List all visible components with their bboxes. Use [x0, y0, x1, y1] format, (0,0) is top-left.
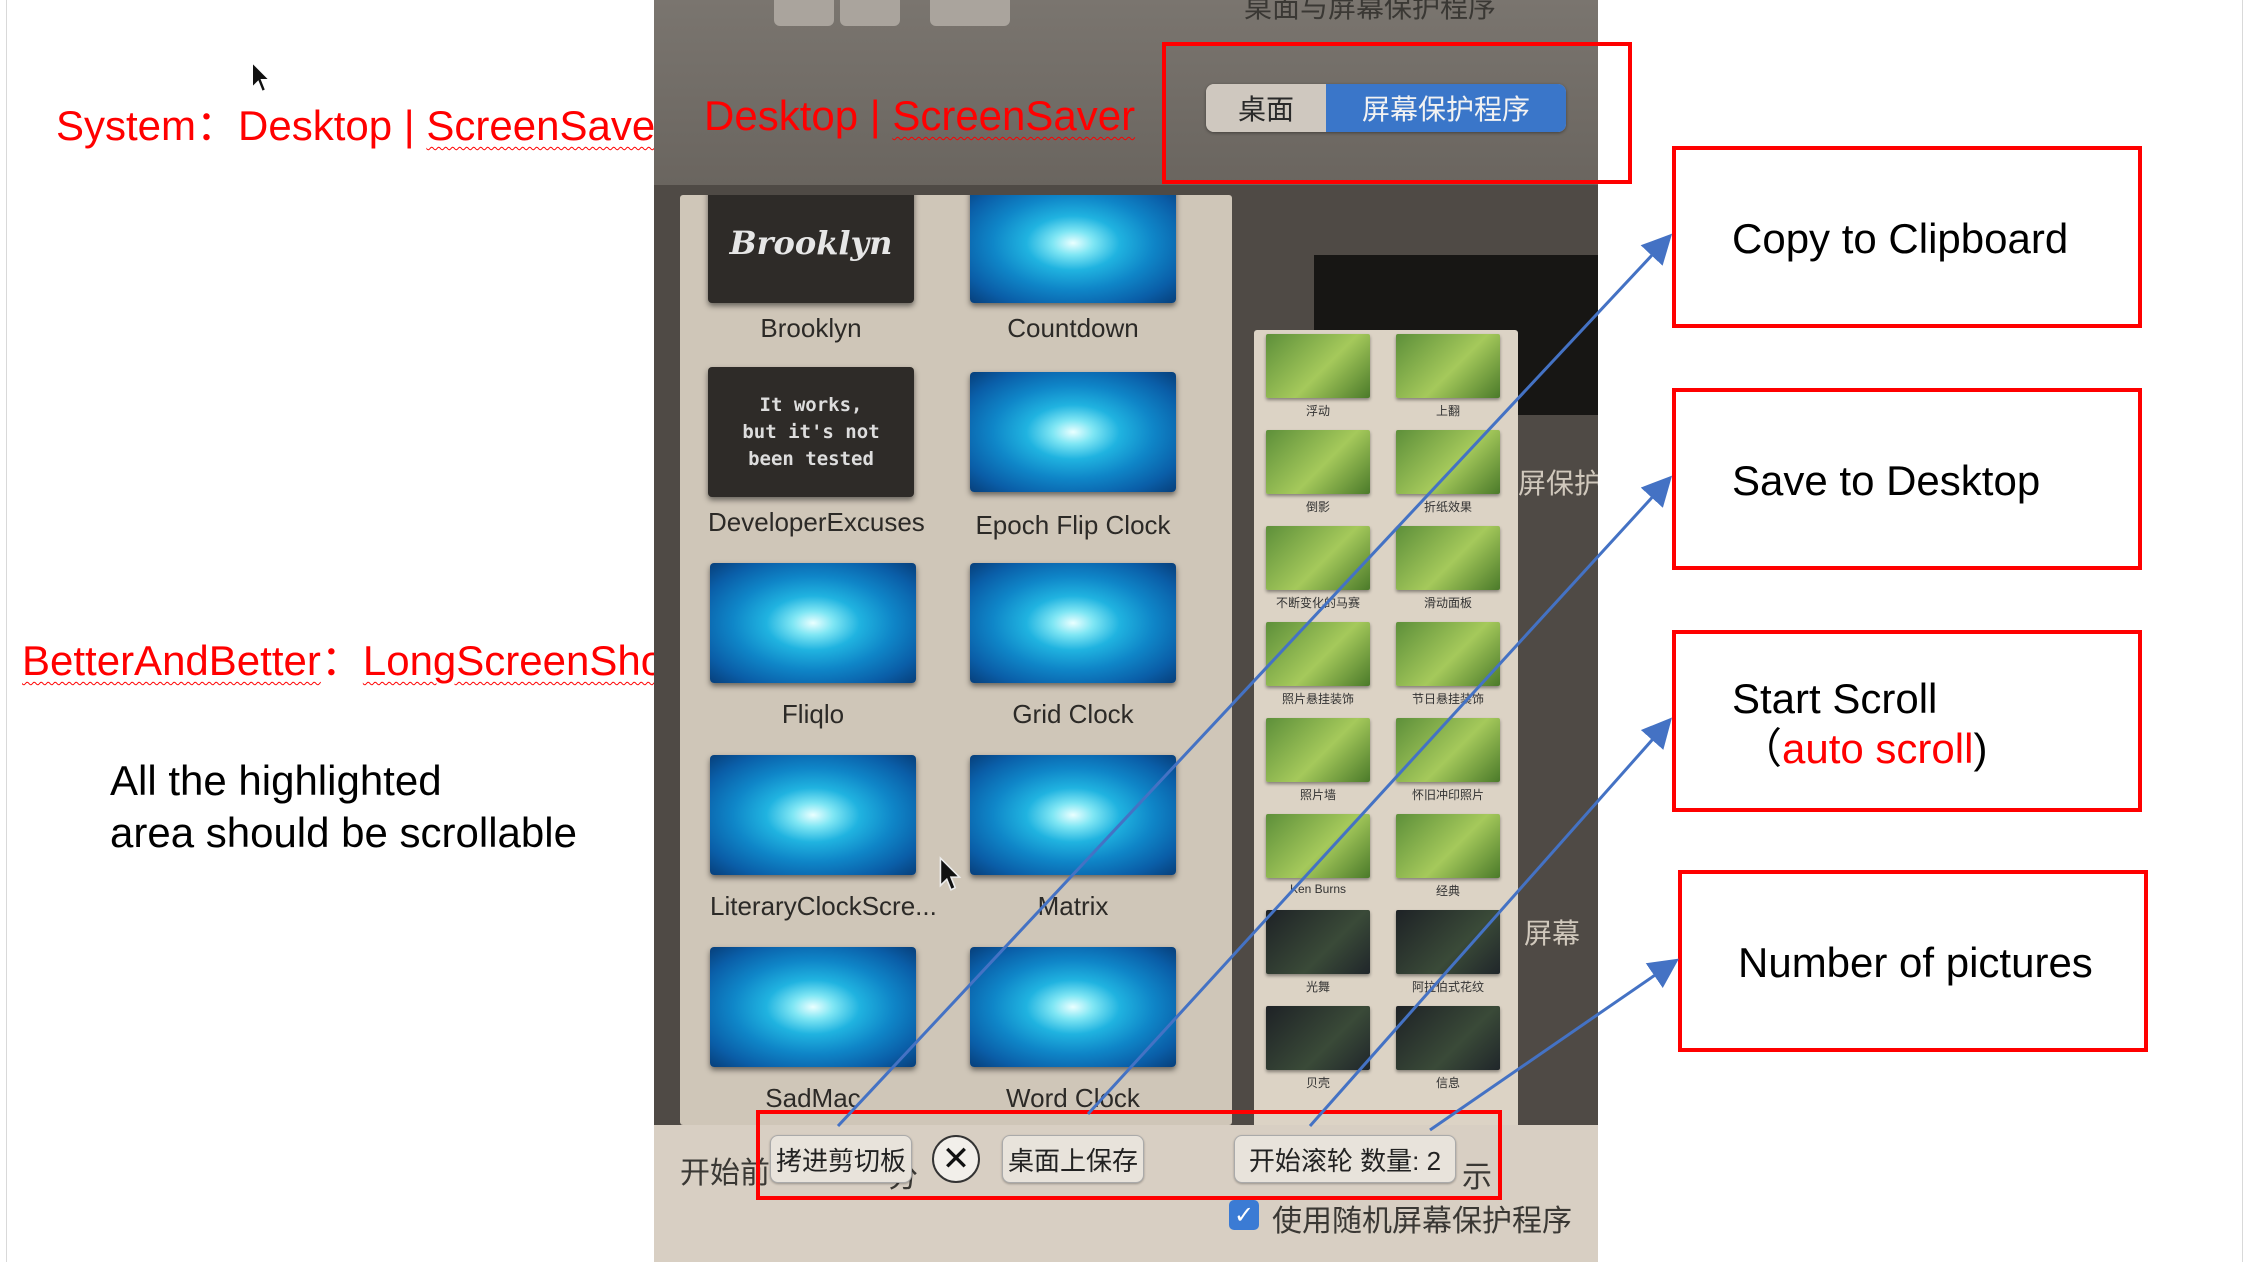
arrow-count — [1429, 958, 1679, 1132]
arrow-save — [1086, 475, 1673, 1116]
arrow-scroll — [1308, 717, 1672, 1127]
arrow-copy — [836, 233, 1673, 1128]
callout-arrows — [836, 233, 1679, 1132]
